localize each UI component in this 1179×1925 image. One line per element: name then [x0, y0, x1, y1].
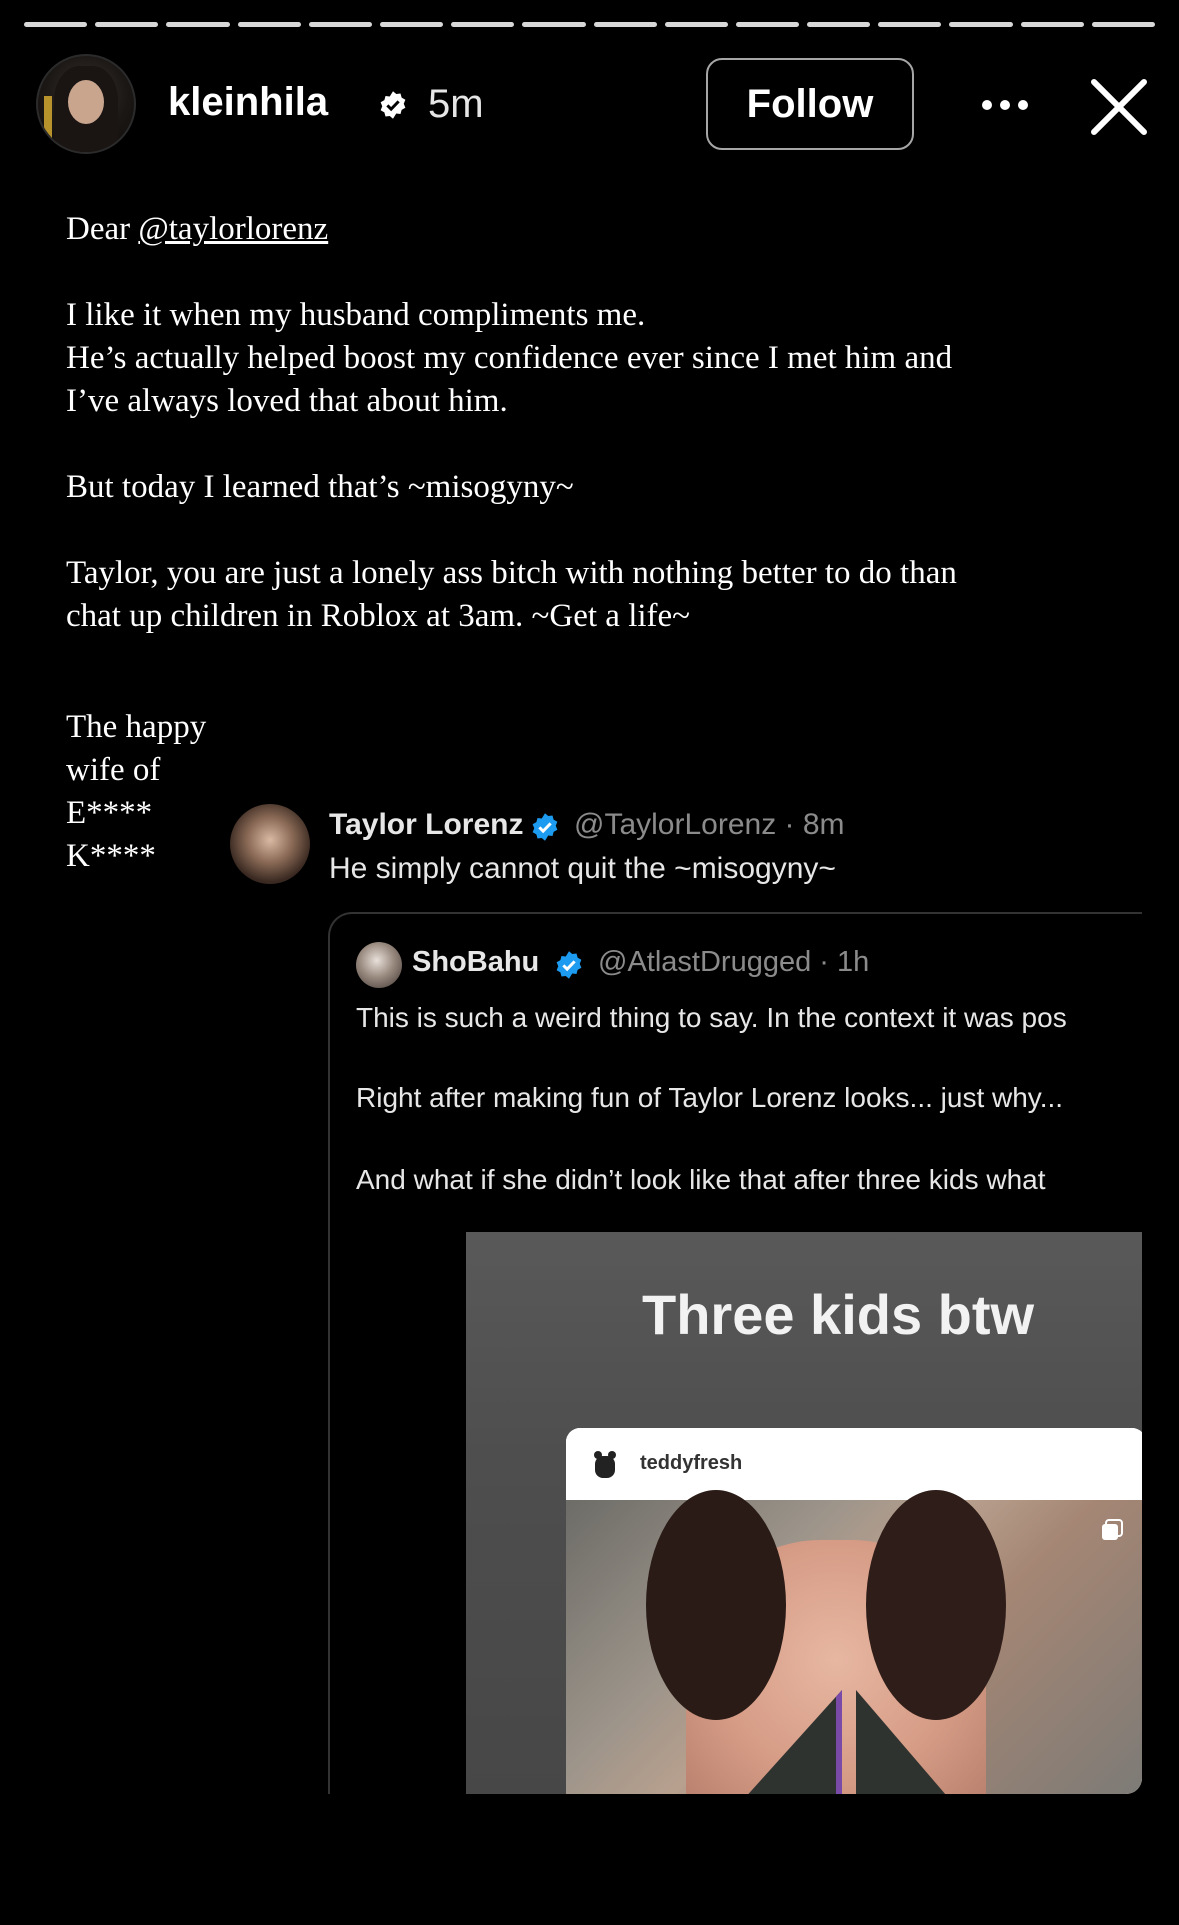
image-caption: Three kids btw [642, 1283, 1035, 1346]
progress-segment [949, 22, 1013, 27]
embedded-image[interactable]: Three kids btw teddyfresh [466, 1232, 1142, 1794]
progress-segment [166, 22, 230, 27]
verified-icon [380, 91, 406, 119]
quote-avatar [356, 942, 402, 988]
progress-segment [807, 22, 871, 27]
progress-segment [451, 22, 515, 27]
tweet-author-name: Taylor Lorenz [329, 808, 524, 841]
verified-icon [532, 813, 558, 841]
post-time: 5m [428, 82, 484, 126]
progress-segment [593, 22, 657, 27]
more-icon[interactable] [970, 80, 1040, 130]
progress-segment [1020, 22, 1084, 27]
follow-button[interactable]: Follow [706, 58, 914, 150]
quote-author-name: ShoBahu [412, 946, 540, 978]
instagram-post-card: teddyfresh [566, 1428, 1142, 1794]
signature-line: wife of [66, 752, 161, 788]
story-progress-bar [24, 22, 1155, 28]
text-line: I like it when my husband compliments me… [66, 297, 646, 333]
progress-segment [735, 22, 800, 27]
username[interactable]: kleinhila [168, 80, 328, 125]
carousel-icon [1102, 1519, 1123, 1540]
verified-icon [556, 951, 582, 979]
mention-link[interactable]: @taylorlorenz [138, 211, 328, 247]
progress-segment [1091, 22, 1155, 27]
instagram-post-header: teddyfresh [566, 1428, 1142, 1500]
close-icon[interactable] [1084, 72, 1154, 142]
text-line: chat up children in Roblox at 3am. ~Get … [66, 598, 691, 634]
progress-segment [522, 22, 586, 27]
text-line: He’s actually helped boost my confidence… [66, 340, 953, 376]
progress-segment [95, 22, 159, 27]
bear-icon [594, 1451, 616, 1478]
quote-text-line: This is such a weird thing to say. In th… [356, 1002, 1067, 1033]
text-line: I’ve always loved that about him. [66, 383, 508, 419]
greeting-line: Dear @taylorlorenz [66, 208, 1126, 251]
progress-segment [664, 22, 728, 27]
tweet-handle: @TaylorLorenz · 8m [574, 808, 845, 841]
quote-text-line: And what if she didn’t look like that af… [356, 1164, 1046, 1195]
tweet-avatar [230, 804, 310, 884]
signature-line: The happy [66, 709, 207, 745]
greeting: Dear [66, 211, 139, 247]
progress-segment [24, 22, 88, 27]
avatar[interactable] [36, 54, 136, 154]
progress-segment [237, 22, 301, 27]
story-header: kleinhila 5m Follow [36, 52, 1155, 154]
text-line: But today I learned that’s ~misogyny~ [66, 469, 574, 505]
text-line: Taylor, you are just a lonely ass bitch … [66, 555, 957, 591]
progress-segment [878, 22, 942, 27]
tweet-text: He simply cannot quit the ~misogyny~ [329, 852, 836, 885]
instagram-username: teddyfresh [640, 1452, 743, 1474]
photo [566, 1490, 1142, 1794]
progress-segment [379, 22, 444, 27]
quote-text-line: Right after making fun of Taylor Lorenz … [356, 1082, 1064, 1113]
quote-handle: @AtlastDrugged · 1h [598, 946, 870, 978]
story-text: Dear @taylorlorenz I like it when my hus… [66, 208, 1126, 878]
progress-segment [308, 22, 372, 27]
